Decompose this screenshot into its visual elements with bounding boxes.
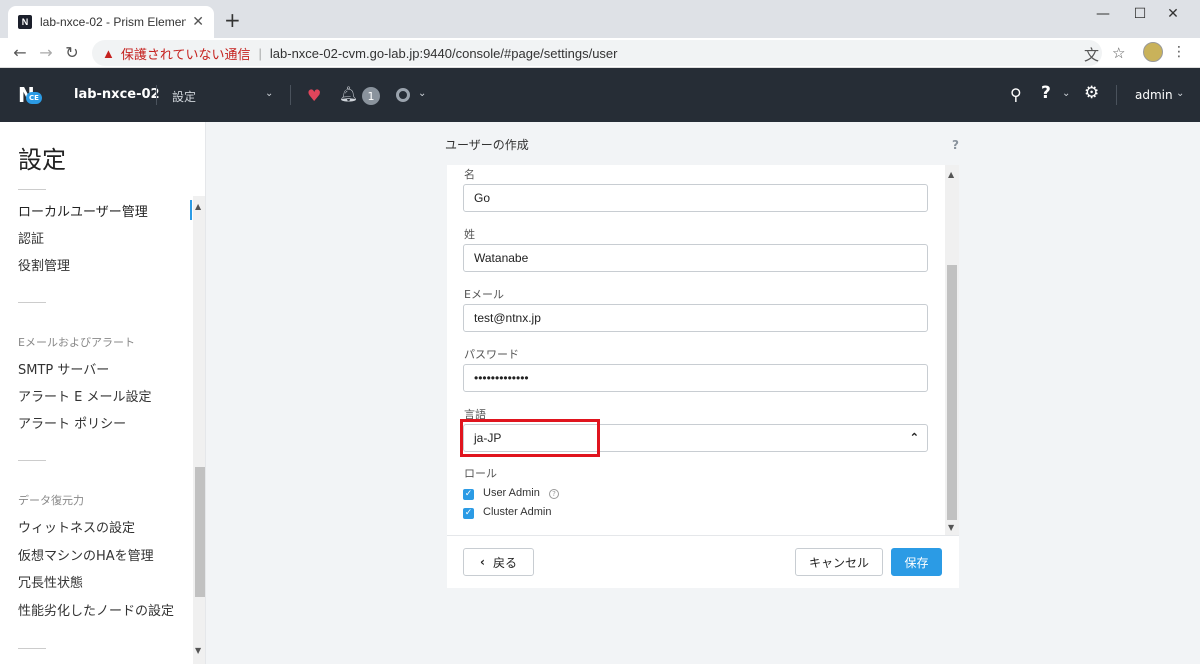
browser-toolbar: ← → ↻ ▲ 保護されていない通信 | lab-nxce-02-cvm.go-… bbox=[0, 38, 1200, 68]
sidebar-item-local-user[interactable]: ローカルユーザー管理 bbox=[18, 201, 148, 220]
sidebar-item-alert-email[interactable]: アラート E メール設定 bbox=[18, 386, 151, 405]
back-button[interactable]: ← bbox=[10, 43, 30, 62]
forward-button[interactable]: → bbox=[36, 43, 56, 62]
last-name-input[interactable]: Watanabe bbox=[463, 244, 928, 272]
security-warning: 保護されていない通信 bbox=[120, 46, 251, 62]
chevron-down-icon[interactable]: ⌄ bbox=[265, 88, 273, 99]
sidebar-item-auth[interactable]: 認証 bbox=[18, 228, 44, 247]
help-icon[interactable]: ? bbox=[1041, 83, 1051, 103]
warning-icon: ▲ bbox=[102, 45, 115, 61]
address-bar[interactable]: ▲ 保護されていない通信 | lab-nxce-02-cvm.go-lab.jp… bbox=[92, 40, 1102, 66]
translate-icon[interactable]: 文 bbox=[1084, 44, 1099, 65]
health-icon[interactable]: ♥ bbox=[307, 86, 321, 105]
sidebar-item-vm-ha[interactable]: 仮想マシンのHAを管理 bbox=[18, 545, 154, 564]
new-tab-button[interactable]: + bbox=[224, 10, 241, 30]
info-icon[interactable]: ? bbox=[549, 489, 559, 499]
chevron-down-icon[interactable]: ⌄ bbox=[418, 88, 426, 99]
sidebar-item-smtp[interactable]: SMTP サーバー bbox=[18, 359, 109, 378]
dialog-title: ユーザーの作成 bbox=[445, 138, 529, 152]
first-name-input[interactable]: Go bbox=[463, 184, 928, 212]
chevron-left-icon: ‹ bbox=[480, 555, 485, 569]
last-name-label: 姓 bbox=[464, 228, 475, 241]
star-icon[interactable]: ☆ bbox=[1112, 44, 1125, 62]
sidebar-scroll-thumb[interactable] bbox=[195, 467, 205, 597]
first-name-label: 名 bbox=[464, 168, 475, 181]
search-icon[interactable]: ⚲ bbox=[1010, 85, 1022, 104]
sidebar-heading-email: Eメールおよびアラート bbox=[18, 336, 135, 349]
ce-badge: CE bbox=[26, 92, 42, 104]
sidebar-item-degraded-node[interactable]: 性能劣化したノードの設定 bbox=[18, 600, 174, 619]
user-menu[interactable]: admin bbox=[1135, 88, 1173, 102]
scroll-down-icon[interactable]: ▼ bbox=[195, 646, 201, 655]
sidebar-item-redundancy[interactable]: 冗長性状態 bbox=[18, 572, 83, 591]
sidebar-item-witness[interactable]: ウィットネスの設定 bbox=[18, 517, 135, 536]
user-admin-checkbox[interactable]: ✓ bbox=[463, 489, 474, 500]
reload-button[interactable]: ↻ bbox=[62, 43, 82, 62]
password-label: パスワード bbox=[464, 348, 519, 361]
url-text: lab-nxce-02-cvm.go-lab.jp:9440/console/#… bbox=[269, 45, 618, 61]
cluster-admin-checkbox[interactable]: ✓ bbox=[463, 508, 474, 519]
user-admin-label[interactable]: User Admin bbox=[483, 487, 540, 499]
sidebar-item-alert-policy[interactable]: アラート ポリシー bbox=[18, 413, 126, 432]
sidebar-title: 設定 bbox=[18, 146, 66, 174]
menu-icon[interactable]: ⋮ bbox=[1172, 44, 1186, 60]
browser-tab[interactable]: N lab-nxce-02 - Prism Element ✕ bbox=[8, 6, 214, 38]
chevron-down-icon[interactable]: ⌄ bbox=[1062, 88, 1070, 99]
tasks-circle-icon[interactable] bbox=[396, 88, 410, 102]
active-indicator bbox=[190, 200, 192, 220]
close-window-button[interactable]: ✕ bbox=[1150, 0, 1196, 28]
page-selector[interactable]: 設定 bbox=[172, 88, 196, 105]
settings-sidebar: 設定 ローカルユーザー管理 認証 役割管理 Eメールおよびアラート SMTP サ… bbox=[0, 122, 206, 664]
password-input[interactable]: ••••••••••••• bbox=[463, 364, 928, 392]
dialog-scroll-thumb[interactable] bbox=[947, 265, 957, 520]
email-input[interactable]: test@ntnx.jp bbox=[463, 304, 928, 332]
cluster-admin-label[interactable]: Cluster Admin bbox=[483, 506, 551, 518]
nutanix-favicon-icon: N bbox=[18, 15, 32, 29]
browser-titlebar: N lab-nxce-02 - Prism Element ✕ + — ☐ ✕ bbox=[0, 0, 1200, 38]
roles-label: ロール bbox=[464, 467, 497, 480]
back-button[interactable]: ‹ 戻る bbox=[463, 548, 534, 576]
help-icon[interactable]: ? bbox=[952, 138, 959, 152]
annotation-highlight bbox=[460, 419, 600, 457]
profile-icon[interactable] bbox=[1143, 42, 1163, 62]
chevron-down-icon[interactable]: ⌄ bbox=[1176, 88, 1184, 99]
cancel-button[interactable]: キャンセル bbox=[795, 548, 883, 576]
save-button[interactable]: 保存 bbox=[891, 548, 942, 576]
app-header: N CE lab-nxce-02 設定 ⌄ ♥ 🔔︎ 1 ⌄ ⚲ ? ⌄ ⚙ a… bbox=[0, 68, 1200, 122]
sidebar-item-roles[interactable]: 役割管理 bbox=[18, 255, 70, 274]
alert-count-badge[interactable]: 1 bbox=[362, 87, 380, 105]
tab-close-icon[interactable]: ✕ bbox=[192, 14, 204, 30]
scroll-up-icon[interactable]: ▲ bbox=[948, 170, 954, 179]
bell-icon[interactable]: 🔔︎ bbox=[339, 85, 358, 103]
tab-title: lab-nxce-02 - Prism Element bbox=[40, 15, 187, 29]
sidebar-heading-data: データ復元力 bbox=[18, 494, 84, 507]
gear-icon[interactable]: ⚙ bbox=[1084, 83, 1099, 103]
scroll-up-icon[interactable]: ▲ bbox=[195, 202, 201, 211]
scroll-down-icon[interactable]: ▼ bbox=[948, 523, 954, 532]
cluster-name: lab-nxce-02 bbox=[74, 87, 160, 102]
email-label: Eメール bbox=[464, 288, 504, 301]
chevron-up-icon: ⌃ bbox=[909, 432, 919, 444]
